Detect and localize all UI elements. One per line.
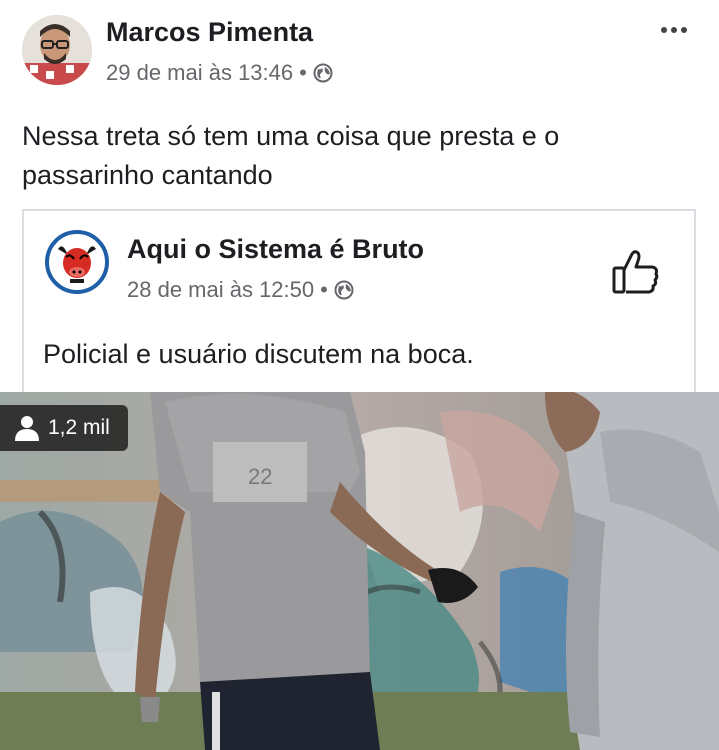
author-name[interactable]: Marcos Pimenta — [106, 17, 313, 48]
thumbs-up-icon[interactable] — [612, 249, 660, 295]
globe-icon — [313, 63, 333, 83]
post-timestamp[interactable]: 29 de mai às 13:46 — [106, 60, 293, 86]
meta-separator: • — [299, 60, 307, 85]
page-avatar[interactable] — [44, 229, 110, 295]
post-caption: Nessa treta só tem uma coisa que presta … — [22, 121, 560, 190]
person-icon — [15, 416, 39, 441]
post-header: Marcos Pimenta 29 de mai às 13:46 • — [0, 0, 719, 100]
jersey-number: 22 — [248, 464, 272, 489]
author-avatar[interactable] — [22, 15, 92, 85]
shared-post-meta: 28 de mai às 12:50 • — [127, 277, 354, 303]
post-meta: 29 de mai às 13:46 • — [106, 60, 333, 86]
globe-icon — [334, 280, 354, 300]
shared-post-card[interactable]: Aqui o Sistema é Bruto 28 de mai às 12:5… — [22, 209, 696, 409]
page-name[interactable]: Aqui o Sistema é Bruto — [127, 234, 424, 265]
shared-post-text: Policial e usuário discutem na boca. — [43, 339, 474, 369]
more-options-icon[interactable] — [652, 18, 696, 42]
view-count-badge: 1,2 mil — [0, 405, 128, 451]
shared-post-timestamp[interactable]: 28 de mai às 12:50 — [127, 277, 314, 303]
view-count: 1,2 mil — [48, 416, 110, 439]
meta-separator: • — [320, 277, 328, 302]
